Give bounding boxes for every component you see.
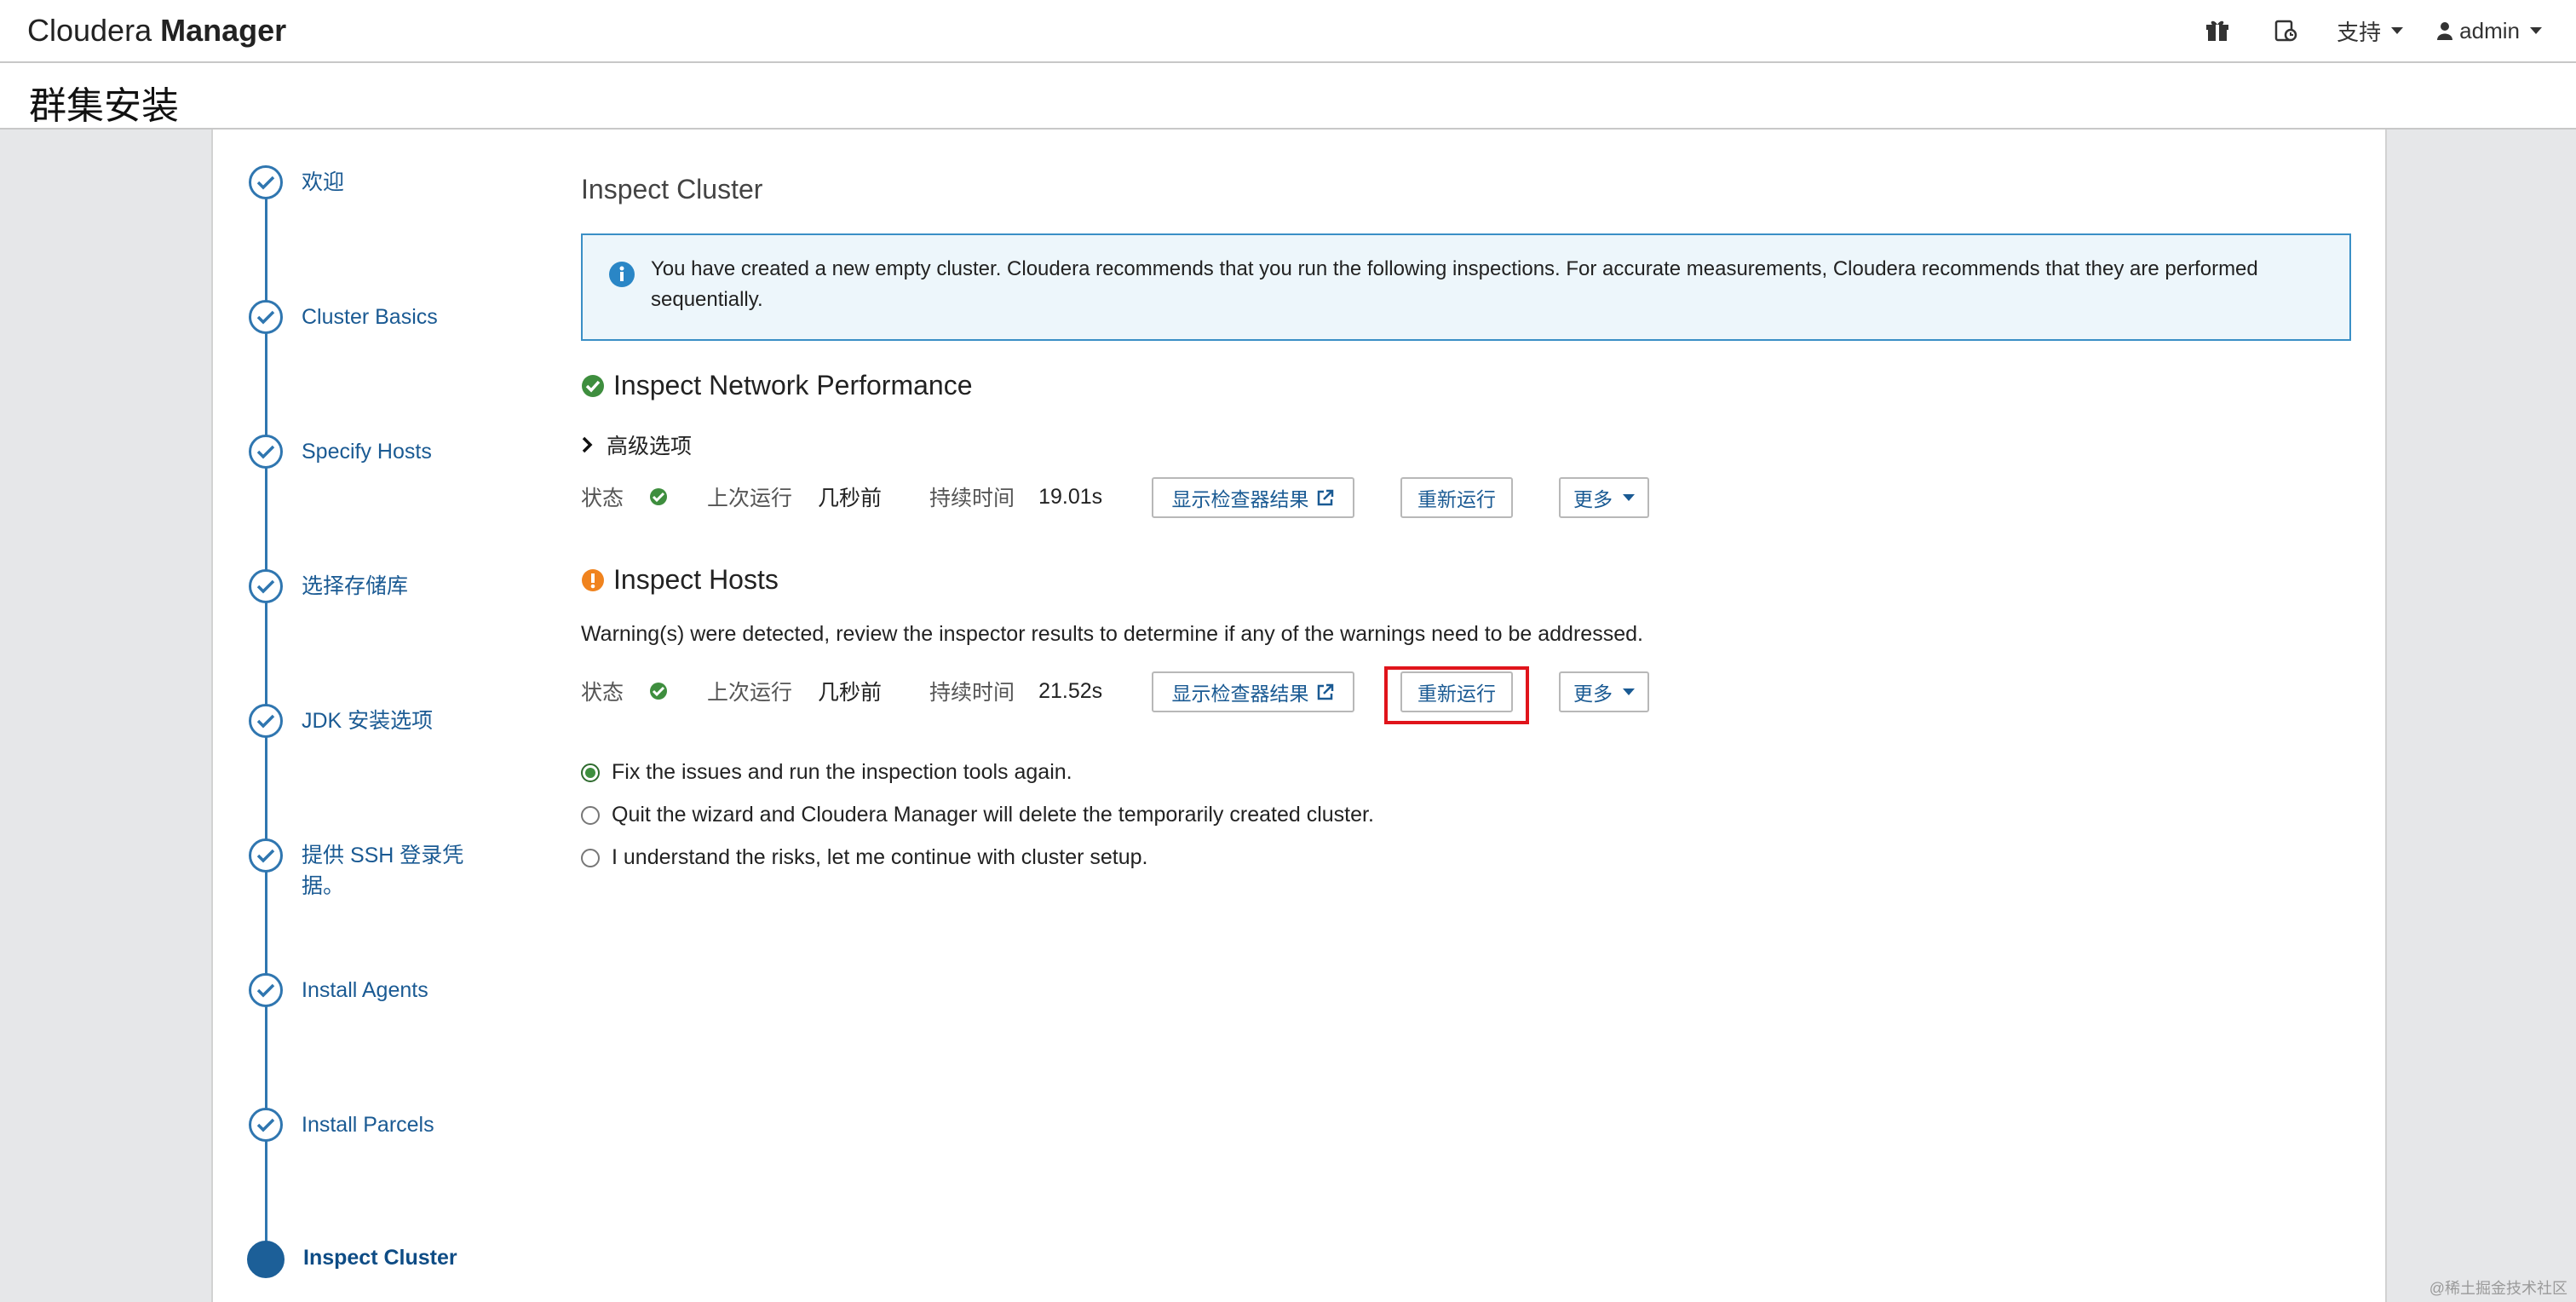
external-link-icon xyxy=(1317,489,1333,506)
step-label: Inspect Cluster xyxy=(303,1246,457,1270)
network-inspection-title: Inspect Network Performance xyxy=(581,370,973,401)
hosts-status-row: 状态 上次运行 几秒前 持续时间 21.52s xyxy=(581,670,1102,712)
brand-name-part1: Cloudera xyxy=(27,13,152,48)
status-label: 状态 xyxy=(581,487,624,510)
chevron-down-icon xyxy=(2530,27,2542,34)
check-icon xyxy=(249,300,283,334)
step-label: 欢迎 xyxy=(302,170,345,194)
step-specify-hosts[interactable]: Specify Hosts xyxy=(249,435,480,469)
user-name: admin xyxy=(2459,17,2520,43)
option-label: Quit the wizard and Cloudera Manager wil… xyxy=(612,803,1374,827)
button-label: 重新运行 xyxy=(1417,488,1496,510)
info-text: You have created a new empty cluster. Cl… xyxy=(651,257,2258,311)
step-install-agents[interactable]: Install Agents xyxy=(249,973,480,1007)
network-title-text: Inspect Network Performance xyxy=(613,370,973,400)
duration-value: 21.52s xyxy=(1038,678,1103,703)
step-select-repository[interactable]: 选择存储库 xyxy=(249,569,480,603)
brand-logo[interactable]: Cloudera Manager xyxy=(27,13,286,49)
button-label: 显示检查器结果 xyxy=(1171,683,1309,705)
last-run-label: 上次运行 xyxy=(707,681,793,705)
show-network-results-button[interactable]: 显示检查器结果 xyxy=(1152,477,1354,518)
last-run-value: 几秒前 xyxy=(818,487,883,510)
status-ok-icon xyxy=(650,683,668,700)
brand-name-part2: Manager xyxy=(160,13,287,48)
step-label: JDK 安装选项 xyxy=(302,709,434,733)
external-link-icon xyxy=(1317,683,1333,700)
step-label: 选择存储库 xyxy=(302,574,409,598)
option-label: I understand the risks, let me continue … xyxy=(612,845,1148,869)
watermark: @稀土掘金技术社区 xyxy=(2429,1280,2567,1297)
success-check-icon xyxy=(582,374,604,397)
advanced-options-label: 高级选项 xyxy=(607,435,693,458)
advanced-options-toggle[interactable]: 高级选项 xyxy=(581,429,692,460)
hosts-title-text: Inspect Hosts xyxy=(613,564,779,595)
gift-icon[interactable] xyxy=(2200,14,2234,48)
duration-label: 持续时间 xyxy=(929,487,1015,510)
network-status-row: 状态 上次运行 几秒前 持续时间 19.01s xyxy=(581,475,1102,518)
chevron-down-icon xyxy=(1623,688,1635,695)
step-label: Install Parcels xyxy=(302,1113,434,1137)
radio-button[interactable] xyxy=(581,805,600,825)
option-label: Fix the issues and run the inspection to… xyxy=(612,760,1072,784)
duration-value: 19.01s xyxy=(1038,484,1103,509)
button-label: 更多 xyxy=(1573,488,1613,510)
warning-icon xyxy=(582,568,604,591)
check-icon xyxy=(249,435,283,469)
status-ok-icon xyxy=(650,488,668,505)
wizard-steps-sidebar: 欢迎 Cluster Basics Specify Hosts 选择存储库 JD… xyxy=(211,130,547,1302)
chevron-down-icon xyxy=(1623,494,1635,501)
step-label: Specify Hosts xyxy=(302,440,432,464)
step-jdk-options[interactable]: JDK 安装选项 xyxy=(249,704,480,738)
hosts-inspection-title: Inspect Hosts xyxy=(581,564,779,596)
hosts-warning-text: Warning(s) were detected, review the ins… xyxy=(581,622,1643,646)
show-hosts-results-button[interactable]: 显示检查器结果 xyxy=(1152,671,1354,712)
user-menu[interactable]: admin xyxy=(2437,18,2542,44)
chevron-right-icon xyxy=(582,436,593,453)
main-content: Inspect Cluster You have created a new e… xyxy=(545,130,2387,1302)
option-continue-setup[interactable]: I understand the risks, let me continue … xyxy=(581,845,1147,870)
check-icon xyxy=(249,838,283,873)
section-title: Inspect Cluster xyxy=(581,174,763,205)
info-alert: You have created a new empty cluster. Cl… xyxy=(581,233,2351,341)
last-run-label: 上次运行 xyxy=(707,487,793,510)
check-icon xyxy=(249,165,283,199)
step-inspect-cluster[interactable]: Inspect Cluster xyxy=(247,1241,482,1278)
step-cluster-basics[interactable]: Cluster Basics xyxy=(249,300,480,334)
button-label: 更多 xyxy=(1573,683,1613,705)
support-menu[interactable]: 支持 xyxy=(2337,15,2404,47)
status-label: 状态 xyxy=(581,681,624,705)
button-label: 显示检查器结果 xyxy=(1171,488,1309,510)
more-network-dropdown[interactable]: 更多 xyxy=(1559,477,1649,518)
rerun-network-button[interactable]: 重新运行 xyxy=(1400,477,1513,518)
check-icon xyxy=(249,973,283,1007)
duration-label: 持续时间 xyxy=(929,681,1015,705)
step-ssh-credentials[interactable]: 提供 SSH 登录凭据。 xyxy=(249,838,480,902)
support-label: 支持 xyxy=(2337,19,2382,45)
step-welcome[interactable]: 欢迎 xyxy=(249,165,480,199)
running-commands-icon[interactable] xyxy=(2268,14,2303,48)
check-icon xyxy=(249,1108,283,1142)
last-run-value: 几秒前 xyxy=(818,681,883,705)
info-icon xyxy=(609,262,635,287)
user-icon xyxy=(2437,22,2453,40)
more-hosts-dropdown[interactable]: 更多 xyxy=(1559,671,1649,712)
option-quit-wizard[interactable]: Quit the wizard and Cloudera Manager wil… xyxy=(581,803,1374,827)
check-icon xyxy=(249,569,283,603)
step-label: Install Agents xyxy=(302,978,428,1002)
radio-button[interactable] xyxy=(581,763,600,782)
step-label: Cluster Basics xyxy=(302,305,438,329)
check-icon xyxy=(249,704,283,738)
current-step-icon xyxy=(247,1241,285,1278)
top-navbar: Cloudera Manager 支持 admin xyxy=(0,0,2576,63)
page-header: 群集安装 xyxy=(0,63,2576,130)
page-title: 群集安装 xyxy=(29,85,179,127)
chevron-down-icon xyxy=(2391,27,2404,34)
highlight-annotation-box xyxy=(1384,666,1529,724)
radio-button[interactable] xyxy=(581,848,600,867)
step-install-parcels[interactable]: Install Parcels xyxy=(249,1108,480,1142)
step-label: 提供 SSH 登录凭据。 xyxy=(302,844,464,898)
option-fix-issues[interactable]: Fix the issues and run the inspection to… xyxy=(581,760,1072,785)
